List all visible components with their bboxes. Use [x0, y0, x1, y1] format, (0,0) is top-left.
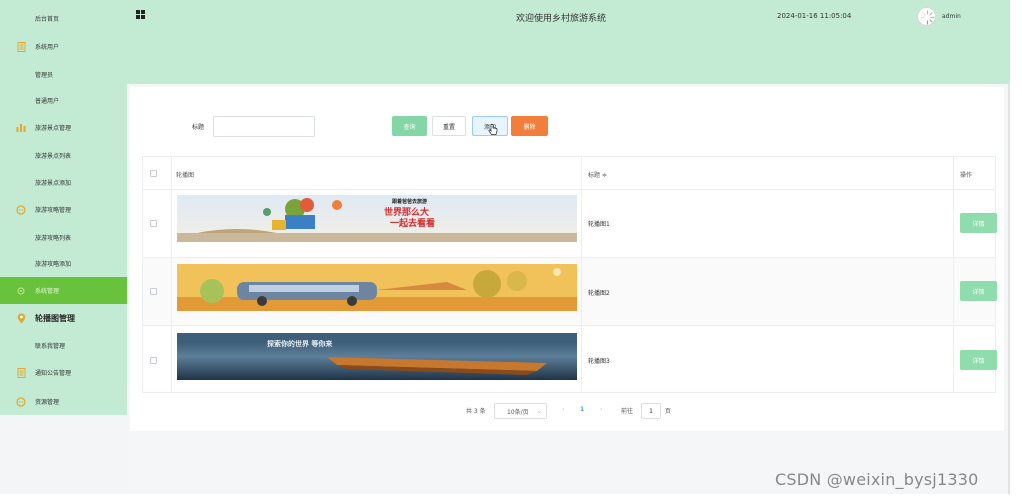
sidebar-item-label: 旅游攻略管理 [35, 207, 72, 214]
detail-button[interactable]: 详情 [960, 213, 997, 233]
row-checkbox[interactable] [150, 220, 157, 227]
sidebar-item-admins[interactable]: 管理员 [0, 61, 127, 88]
banner-text: 探索你的世界 等你来 [267, 340, 333, 348]
carousel-image: 跟着爸爸去旅游 世界那么大 一起去看看 [177, 195, 577, 242]
pagination-total: 共 3 条 [466, 408, 486, 415]
carousel-image: 探索你的世界 等你来 [177, 333, 577, 380]
sidebar-item-normal-users[interactable]: 普通用户 [0, 87, 127, 114]
settings-icon [16, 286, 26, 296]
sidebar-item-carousel-manage[interactable]: 轮播图管理 [0, 305, 127, 332]
sidebar-item-label: 资源管理 [35, 399, 60, 406]
carousel-image [177, 264, 577, 311]
sidebar-item-label: 旅游景点添加 [35, 180, 72, 187]
bar-chart-icon [16, 123, 26, 133]
header-datetime: 2024-01-16 11:05:04 [777, 12, 852, 20]
sidebar-item-scenic-manage[interactable]: 旅游景点管理 [0, 114, 127, 141]
reset-button[interactable]: 重置 [432, 116, 466, 136]
sidebar-footer [0, 415, 127, 494]
sidebar-item-label: 通知公告管理 [35, 370, 72, 377]
goto-page-input[interactable]: 1 [641, 403, 661, 419]
watermark: CSDN @weixin_bysj1330 [775, 470, 979, 489]
sidebar-item-label: 管理员 [35, 72, 54, 79]
current-page-number[interactable]: 1 [580, 406, 584, 413]
banner-text: 跟着爸爸去旅游 [392, 199, 428, 205]
row-checkbox[interactable] [150, 288, 157, 295]
sidebar-item-system-users[interactable]: 系统用户 [0, 33, 127, 60]
sidebar-item-label: 旅游景点管理 [35, 125, 72, 132]
column-header-actions: 操作 [960, 172, 973, 179]
search-title-input[interactable] [213, 116, 315, 137]
hand-cursor-icon [488, 124, 498, 135]
sidebar-item-label: 旅游攻略列表 [35, 235, 72, 242]
search-title-label: 标题 [192, 124, 205, 131]
sidebar-item-label: 系统用户 [35, 44, 60, 51]
sidebar-item-label: 系统管理 [35, 288, 60, 295]
row-title: 轮播图3 [588, 358, 610, 365]
avatar[interactable] [917, 7, 936, 26]
sidebar-item-guide-list[interactable]: 旅游攻略列表 [0, 224, 127, 251]
delete-button[interactable]: 删除 [511, 116, 548, 136]
page-title: 欢迎使用乡村旅游系统 [516, 14, 607, 24]
column-header-title[interactable]: 标题 ≑ [588, 170, 607, 179]
sidebar-item-guide-manage[interactable]: 旅游攻略管理 [0, 196, 127, 223]
chevron-down-icon: ⌄ [536, 407, 542, 415]
sidebar-item-label: 普通用户 [35, 98, 60, 105]
query-button[interactable]: 查询 [392, 116, 427, 136]
sidebar: 后台首页 系统用户 管理员 普通用户 旅游景点管理 旅游景点列表 旅游景点添加 [0, 0, 127, 415]
detail-button[interactable]: 详情 [960, 350, 997, 370]
sidebar-item-scenic-add[interactable]: 旅游景点添加 [0, 169, 127, 196]
sidebar-item-scenic-list[interactable]: 旅游景点列表 [0, 142, 127, 169]
carousel-table: 轮播图 标题 ≑ 操作 跟着爸爸去旅游 世界那么大 一起去看看 轮播图1 详情 [142, 156, 997, 393]
document-icon [16, 41, 26, 52]
sidebar-item-label: 联系我管理 [35, 343, 66, 350]
select-all-checkbox[interactable] [150, 170, 157, 177]
detail-button[interactable]: 详情 [960, 281, 997, 301]
sidebar-item-label: 旅游攻略添加 [35, 261, 72, 268]
sidebar-item-label: 轮播图管理 [35, 314, 75, 323]
sidebar-item-label: 后台首页 [35, 16, 60, 23]
column-header-carousel: 轮播图 [176, 172, 195, 179]
header-username[interactable]: admin [942, 13, 961, 20]
sidebar-item-home[interactable]: 后台首页 [0, 5, 127, 32]
sidebar-item-resource-manage[interactable]: 资源管理 [0, 388, 127, 415]
page-suffix: 页 [665, 408, 672, 415]
next-page-icon[interactable]: › [600, 406, 602, 413]
document-icon [16, 367, 26, 378]
row-title: 轮播图1 [588, 221, 610, 228]
banner-text: 一起去看看 [390, 219, 436, 229]
grid-icon[interactable] [136, 10, 145, 19]
sidebar-item-guide-add[interactable]: 旅游攻略添加 [0, 250, 127, 277]
goto-label: 前往 [621, 408, 634, 415]
sidebar-item-notice-manage[interactable]: 通知公告管理 [0, 359, 127, 386]
chat-icon [16, 204, 26, 215]
chat-icon [16, 396, 26, 407]
location-icon [16, 313, 26, 324]
page-size-select[interactable]: 10条/页 ⌄ [494, 403, 547, 419]
sidebar-item-contact-manage[interactable]: 联系我管理 [0, 332, 127, 359]
row-checkbox[interactable] [150, 357, 157, 364]
prev-page-icon[interactable]: ‹ [562, 406, 564, 413]
sidebar-item-system-manage[interactable]: 系统管理 [0, 277, 127, 304]
row-title: 轮播图2 [588, 290, 610, 297]
app-window: 后台首页 系统用户 管理员 普通用户 旅游景点管理 旅游景点列表 旅游景点添加 [0, 0, 1010, 494]
page-size-value: 10条/页 [507, 408, 529, 416]
sidebar-item-label: 旅游景点列表 [35, 153, 72, 160]
